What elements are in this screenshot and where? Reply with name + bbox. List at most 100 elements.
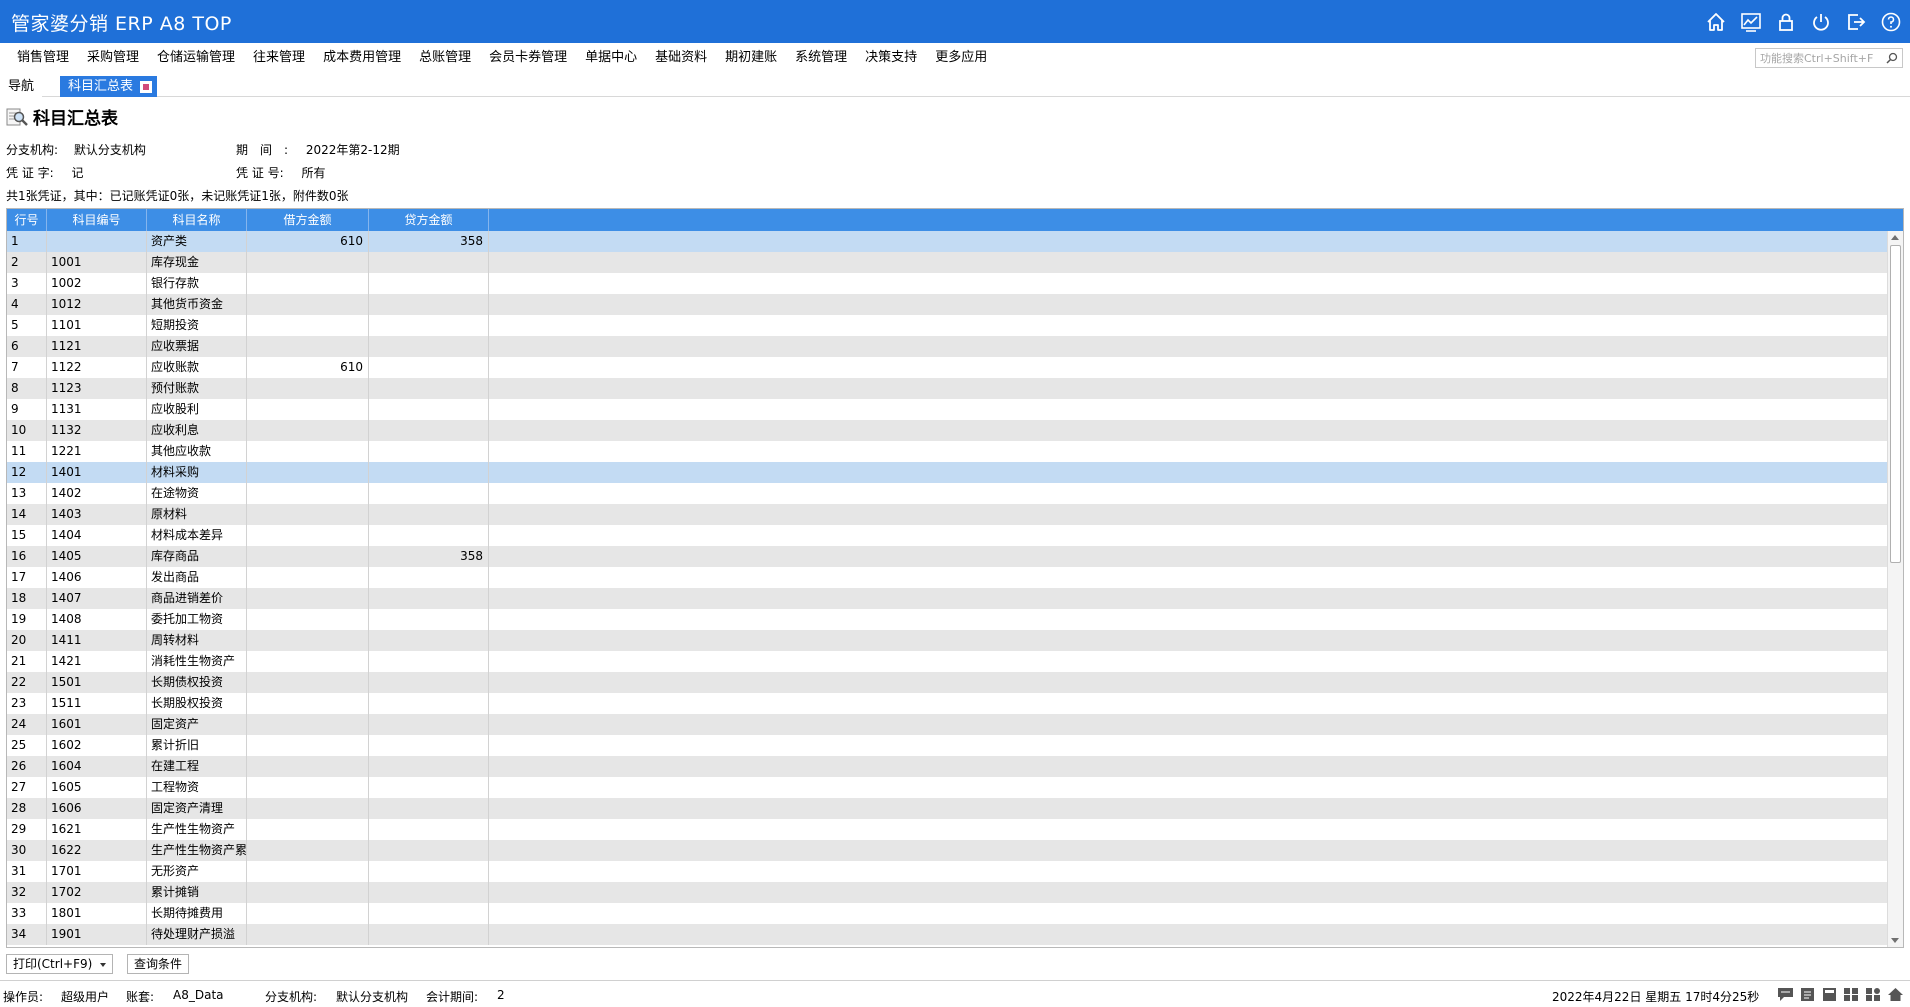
table-row[interactable]: 23 1511 长期股权投资: [7, 693, 1887, 714]
debit-amount-cell[interactable]: [247, 525, 369, 546]
row-number-cell[interactable]: 10: [7, 420, 47, 441]
credit-amount-cell[interactable]: [369, 777, 489, 798]
tab-account-summary[interactable]: 科目汇总表: [60, 76, 158, 97]
account-name-cell[interactable]: 商品进销差价: [147, 588, 247, 609]
scroll-down-arrow[interactable]: [1891, 938, 1899, 943]
menu-item-cost[interactable]: 成本费用管理: [314, 51, 410, 65]
credit-amount-cell[interactable]: [369, 441, 489, 462]
credit-amount-cell[interactable]: [369, 462, 489, 483]
notepad-icon[interactable]: [1799, 987, 1816, 1002]
table-row[interactable]: 11 1221 其他应收款: [7, 441, 1887, 462]
row-number-cell[interactable]: 23: [7, 693, 47, 714]
credit-amount-cell[interactable]: [369, 483, 489, 504]
debit-amount-cell[interactable]: [247, 546, 369, 567]
account-code-cell[interactable]: 1511: [47, 693, 147, 714]
account-code-cell[interactable]: 1605: [47, 777, 147, 798]
debit-amount-cell[interactable]: [247, 777, 369, 798]
debit-amount-cell[interactable]: [247, 588, 369, 609]
account-name-cell[interactable]: 库存现金: [147, 252, 247, 273]
debit-amount-cell[interactable]: [247, 714, 369, 735]
row-number-cell[interactable]: 26: [7, 756, 47, 777]
debit-amount-cell[interactable]: [247, 924, 369, 945]
debit-amount-cell[interactable]: [247, 252, 369, 273]
scroll-up-arrow[interactable]: [1891, 235, 1899, 240]
debit-amount-cell[interactable]: [247, 441, 369, 462]
account-name-cell[interactable]: 预付账款: [147, 378, 247, 399]
debit-amount-cell[interactable]: [247, 735, 369, 756]
menu-item-more[interactable]: 更多应用: [926, 51, 996, 65]
column-header-debit[interactable]: 借方金额: [247, 209, 369, 231]
account-name-cell[interactable]: 生产性生物资产: [147, 819, 247, 840]
row-number-cell[interactable]: 28: [7, 798, 47, 819]
table-row[interactable]: 1 资产类 610 358: [7, 231, 1887, 252]
account-code-cell[interactable]: 1001: [47, 252, 147, 273]
row-number-cell[interactable]: 17: [7, 567, 47, 588]
debit-amount-cell[interactable]: [247, 567, 369, 588]
table-row[interactable]: 32 1702 累计摊销: [7, 882, 1887, 903]
scrollbar-thumb[interactable]: [1890, 245, 1901, 563]
account-code-cell[interactable]: 1407: [47, 588, 147, 609]
row-number-cell[interactable]: 3: [7, 273, 47, 294]
row-number-cell[interactable]: 34: [7, 924, 47, 945]
credit-amount-cell[interactable]: [369, 693, 489, 714]
account-name-cell[interactable]: 材料采购: [147, 462, 247, 483]
account-code-cell[interactable]: 1622: [47, 840, 147, 861]
row-number-cell[interactable]: 24: [7, 714, 47, 735]
row-number-cell[interactable]: 25: [7, 735, 47, 756]
power-icon[interactable]: [1809, 10, 1832, 33]
credit-amount-cell[interactable]: [369, 672, 489, 693]
table-row[interactable]: 33 1801 长期待摊费用: [7, 903, 1887, 924]
menu-item-documents[interactable]: 单据中心: [576, 51, 646, 65]
table-row[interactable]: 29 1621 生产性生物资产: [7, 819, 1887, 840]
credit-amount-cell[interactable]: [369, 567, 489, 588]
search-icon[interactable]: [1886, 52, 1898, 64]
debit-amount-cell[interactable]: [247, 462, 369, 483]
table-row[interactable]: 7 1122 应收账款 610: [7, 357, 1887, 378]
close-icon[interactable]: [140, 81, 153, 93]
table-row[interactable]: 20 1411 周转材料: [7, 630, 1887, 651]
column-header-account-name[interactable]: 科目名称: [147, 209, 247, 231]
account-code-cell[interactable]: 1002: [47, 273, 147, 294]
message-icon[interactable]: [1777, 987, 1794, 1002]
menu-item-ledger[interactable]: 总账管理: [410, 51, 480, 65]
debit-amount-cell[interactable]: [247, 840, 369, 861]
account-code-cell[interactable]: 1501: [47, 672, 147, 693]
debit-amount-cell[interactable]: [247, 819, 369, 840]
account-name-cell[interactable]: 在建工程: [147, 756, 247, 777]
chart-icon[interactable]: [1739, 10, 1762, 33]
search-input[interactable]: [1756, 49, 1882, 67]
account-name-cell[interactable]: 库存商品: [147, 546, 247, 567]
menu-item-member[interactable]: 会员卡券管理: [480, 51, 576, 65]
debit-amount-cell[interactable]: [247, 651, 369, 672]
account-code-cell[interactable]: 1406: [47, 567, 147, 588]
credit-amount-cell[interactable]: 358: [369, 546, 489, 567]
credit-amount-cell[interactable]: [369, 588, 489, 609]
row-number-cell[interactable]: 27: [7, 777, 47, 798]
account-code-cell[interactable]: 1221: [47, 441, 147, 462]
column-header-account-code[interactable]: 科目编号: [47, 209, 147, 231]
row-number-cell[interactable]: 18: [7, 588, 47, 609]
account-code-cell[interactable]: [47, 231, 147, 252]
account-code-cell[interactable]: 1602: [47, 735, 147, 756]
credit-amount-cell[interactable]: [369, 756, 489, 777]
menu-item-accounts[interactable]: 往来管理: [244, 51, 314, 65]
account-name-cell[interactable]: 其他应收款: [147, 441, 247, 462]
table-row[interactable]: 16 1405 库存商品 358: [7, 546, 1887, 567]
credit-amount-cell[interactable]: [369, 378, 489, 399]
account-name-cell[interactable]: 长期待摊费用: [147, 903, 247, 924]
table-row[interactable]: 22 1501 长期债权投资: [7, 672, 1887, 693]
account-name-cell[interactable]: 消耗性生物资产: [147, 651, 247, 672]
credit-amount-cell[interactable]: [369, 525, 489, 546]
row-number-cell[interactable]: 9: [7, 399, 47, 420]
menu-item-opening[interactable]: 期初建账: [716, 51, 786, 65]
account-name-cell[interactable]: 固定资产清理: [147, 798, 247, 819]
row-number-cell[interactable]: 11: [7, 441, 47, 462]
table-row[interactable]: 18 1407 商品进销差价: [7, 588, 1887, 609]
table-row[interactable]: 34 1901 待处理财产损溢: [7, 924, 1887, 945]
tab-navigation[interactable]: 导航: [0, 76, 43, 97]
account-code-cell[interactable]: 1801: [47, 903, 147, 924]
row-number-cell[interactable]: 19: [7, 609, 47, 630]
table-row[interactable]: 2 1001 库存现金: [7, 252, 1887, 273]
account-code-cell[interactable]: 1012: [47, 294, 147, 315]
menu-item-decision[interactable]: 决策支持: [856, 51, 926, 65]
